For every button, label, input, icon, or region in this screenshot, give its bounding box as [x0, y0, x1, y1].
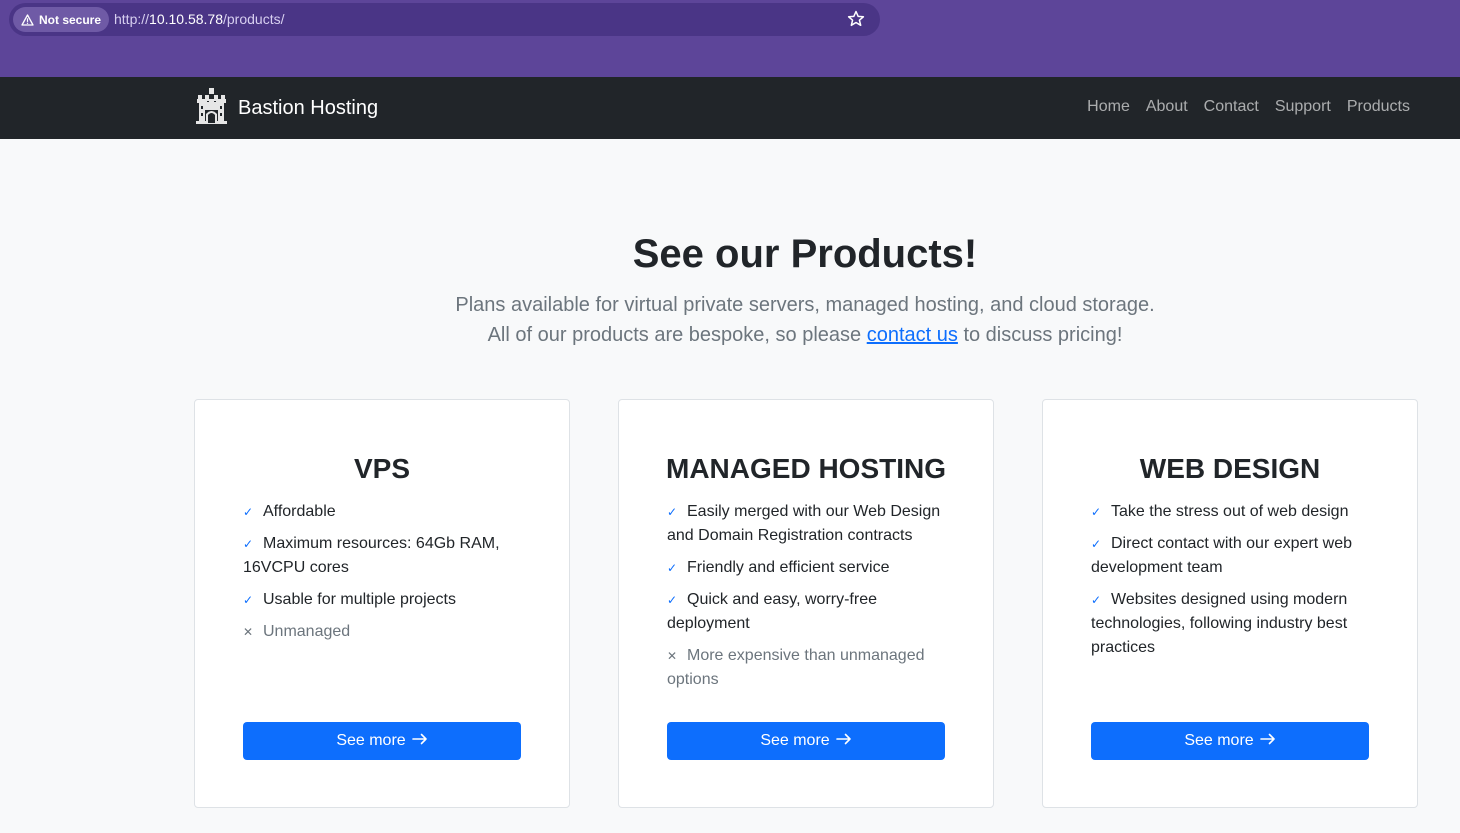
list-item: ✓ Affordable — [243, 500, 523, 524]
list-item: ✓ Websites designed using modern technolo… — [1091, 588, 1371, 660]
page-title: See our Products! — [632, 232, 978, 276]
warning-icon — [21, 13, 34, 26]
check-icon: ✓ — [1091, 505, 1102, 519]
feature-list: ✓ Affordable ✓ Maximum resources: 64Gb RAM… — [243, 500, 523, 652]
list-item: ✓ Friendly and efficient service — [667, 556, 947, 580]
url-path: /products/ — [223, 11, 285, 27]
product-card-vps: VPS ✓ Affordable ✓ Maximum resources: 64Gb… — [194, 399, 570, 808]
hero-section: See our Products! Plans available for vi… — [0, 230, 1460, 350]
list-item: ✕ Unmanaged — [243, 620, 523, 644]
nav-links: Home About Contact Support Products — [1087, 98, 1410, 116]
list-item: ✓ Maximum resources: 64Gb RAM, 16VCPU cor… — [243, 532, 523, 580]
check-icon: ✓ — [667, 561, 678, 575]
feature-text: Easily merged with our Web Design and Do… — [667, 503, 941, 544]
security-label: Not secure — [39, 12, 102, 27]
nav-link-contact[interactable]: Contact — [1204, 98, 1259, 116]
list-item: ✓ Direct contact with our expert web deve… — [1091, 532, 1371, 580]
nav-link-products[interactable]: Products — [1347, 98, 1410, 116]
nav-link-support[interactable]: Support — [1275, 98, 1331, 116]
feature-text: Friendly and efficient service — [687, 559, 890, 576]
feature-text: Unmanaged — [263, 623, 351, 640]
security-indicator[interactable]: Not secure — [13, 7, 110, 32]
list-item: ✕ More expensive than unmanaged options — [667, 644, 947, 692]
url-text[interactable]: http://10.10.58.78/products/ — [114, 11, 284, 27]
cross-icon: ✕ — [243, 625, 254, 639]
check-icon: ✓ — [667, 593, 678, 607]
see-more-button[interactable]: See more — [243, 722, 521, 760]
cross-icon: ✕ — [667, 649, 678, 663]
hero-lead-line1: Plans available for virtual private serv… — [455, 294, 1155, 316]
contact-us-link[interactable]: contact us — [867, 324, 958, 346]
list-item: ✓ Quick and easy, worry-free deployment — [667, 588, 947, 636]
list-item: ✓ Take the stress out of web design — [1091, 500, 1371, 524]
star-icon[interactable] — [846, 9, 866, 29]
hero-lead-line2-before: All of our products are bespoke, so plea… — [487, 324, 867, 346]
nav-link-home[interactable]: Home — [1087, 98, 1130, 116]
nav-link-about[interactable]: About — [1146, 98, 1188, 116]
product-card-managed-hosting: MANAGED HOSTING ✓ Easily merged with our … — [618, 399, 994, 808]
list-item: ✓ Easily merged with our Web Design and D… — [667, 500, 947, 548]
check-icon: ✓ — [243, 593, 254, 607]
site-navbar: Bastion Hosting Home About Contact Suppo… — [0, 77, 1460, 139]
browser-toolbar: Not secure http://10.10.58.78/products/ — [0, 0, 1460, 77]
check-icon: ✓ — [243, 537, 254, 551]
card-title: WEB DESIGN — [1139, 453, 1321, 484]
url-scheme: http:// — [114, 11, 150, 27]
hero-lead-line2-after: to discuss pricing! — [957, 324, 1123, 346]
castle-logo-icon — [196, 88, 227, 129]
button-label: See more — [336, 732, 406, 749]
feature-text: Usable for multiple projects — [263, 591, 456, 608]
card-title: MANAGED HOSTING — [666, 453, 946, 484]
feature-text: Direct contact with our expert web devel… — [1091, 535, 1352, 576]
arrow-right-icon — [1259, 732, 1276, 750]
see-more-button[interactable]: See more — [1091, 722, 1369, 760]
hero-lead: Plans available for virtual private serv… — [150, 290, 1460, 350]
card-title: VPS — [353, 453, 411, 484]
url-host: 10.10.58.78 — [149, 11, 223, 27]
button-label: See more — [1184, 732, 1254, 749]
feature-text: Take the stress out of web design — [1111, 503, 1349, 520]
feature-text: More expensive than unmanaged options — [667, 647, 925, 688]
feature-text: Quick and easy, worry-free deployment — [667, 591, 877, 632]
feature-text: Maximum resources: 64Gb RAM, 16VCPU core… — [243, 535, 500, 576]
feature-text: Affordable — [263, 503, 336, 520]
check-icon: ✓ — [243, 505, 254, 519]
feature-text: Websites designed using modern technolog… — [1091, 591, 1348, 656]
brand-name: Bastion Hosting — [238, 97, 379, 119]
check-icon: ✓ — [1091, 537, 1102, 551]
list-item: ✓ Usable for multiple projects — [243, 588, 523, 612]
see-more-button[interactable]: See more — [667, 722, 945, 760]
feature-list: ✓ Take the stress out of web design ✓ Dire… — [1091, 500, 1371, 668]
arrow-right-icon — [835, 732, 852, 750]
feature-list: ✓ Easily merged with our Web Design and D… — [667, 500, 947, 700]
button-label: See more — [760, 732, 830, 749]
address-bar[interactable]: Not secure http://10.10.58.78/products/ — [9, 3, 880, 36]
brand[interactable]: Bastion Hosting — [196, 88, 378, 129]
arrow-right-icon — [411, 732, 428, 750]
check-icon: ✓ — [1091, 593, 1102, 607]
check-icon: ✓ — [667, 505, 678, 519]
product-card-web-design: WEB DESIGN ✓ Take the stress out of web d… — [1042, 399, 1418, 808]
